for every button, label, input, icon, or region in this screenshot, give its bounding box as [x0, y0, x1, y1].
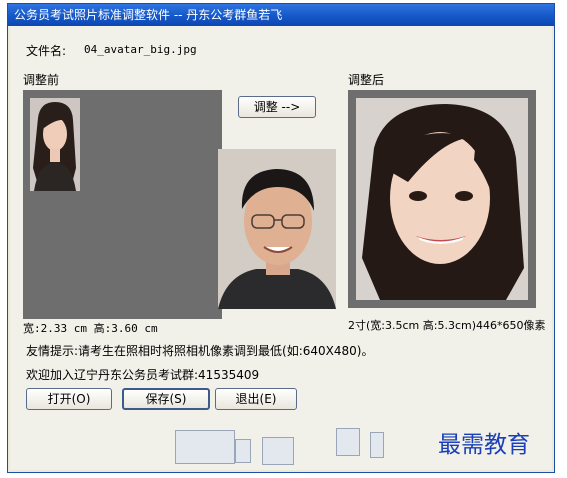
after-preview-panel: [348, 90, 536, 308]
adjust-button[interactable]: 调整 -->: [238, 96, 316, 118]
app-window: 公务员考试照片标准调整软件 -- 丹东公考群鱼若飞 文件名: 04_avatar…: [7, 3, 555, 473]
before-label: 调整前: [23, 73, 60, 87]
before-dimensions: 宽:2.33 cm 高:3.60 cm: [23, 322, 158, 335]
after-size-spec: 2寸(宽:3.5cm 高:5.3cm)446*650像素: [348, 319, 546, 332]
window-title: 公务员考试照片标准调整软件 -- 丹东公考群鱼若飞: [8, 4, 554, 26]
file-name-value: 04_avatar_big.jpg: [84, 43, 197, 56]
after-label: 调整后: [348, 73, 385, 87]
exit-button[interactable]: 退出(E): [215, 388, 297, 410]
save-button[interactable]: 保存(S): [122, 388, 210, 410]
before-preview-panel: [23, 90, 222, 319]
tip-text: 友情提示:请考生在照相时将照相机像素调到最低(如:640X480)。: [26, 344, 374, 358]
watermark-text: 最需教育: [438, 432, 530, 458]
file-name-label: 文件名:: [26, 44, 67, 58]
window-body: 文件名: 04_avatar_big.jpg 调整前 调整后 调整 --> 宽:…: [10, 26, 552, 470]
sample-photo: [218, 149, 336, 309]
before-thumbnail-image: [30, 98, 80, 191]
open-button[interactable]: 打开(O): [26, 388, 112, 410]
group-info-text: 欢迎加入辽宁丹东公务员考试群:41535409: [26, 368, 260, 382]
after-adjusted-image: [356, 98, 528, 300]
